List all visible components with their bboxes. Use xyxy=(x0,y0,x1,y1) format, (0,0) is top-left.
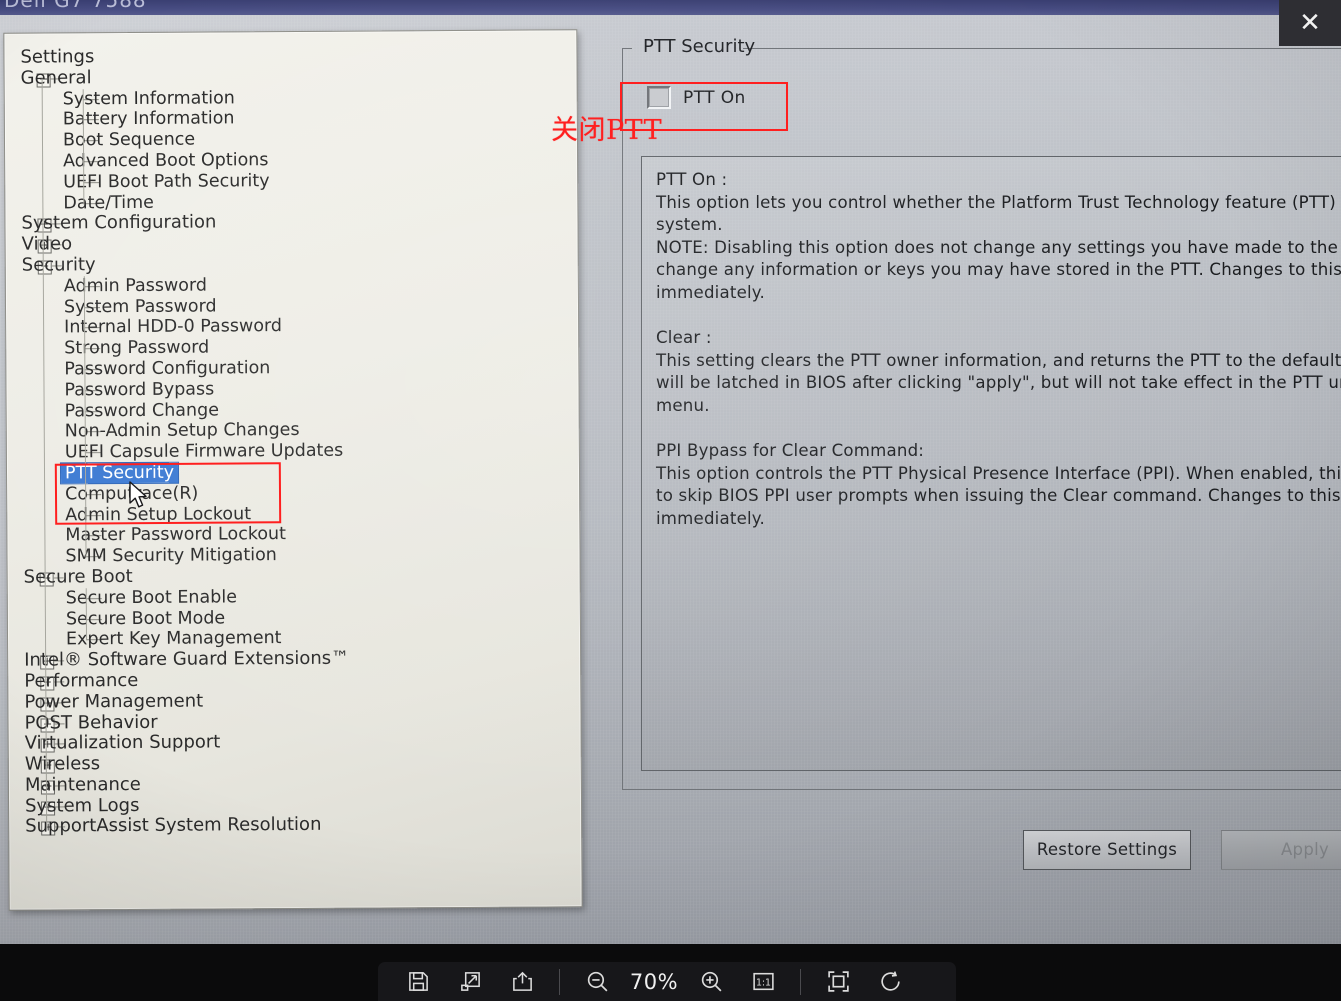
description-text: PTT On : This option lets you control wh… xyxy=(656,170,1341,528)
tree-item-label: Non-Admin Setup Changes xyxy=(64,420,300,442)
tree-item-label: SMM Security Mitigation xyxy=(65,545,277,567)
tree-item-label: Power Management xyxy=(24,690,204,713)
ptt-security-groupbox: PTT Security PTT On PTT On : This option… xyxy=(622,36,1341,790)
tree-item-label: General xyxy=(20,67,92,89)
tree-item-label: System Information xyxy=(62,87,235,109)
tree-item-label: Video xyxy=(21,233,73,255)
tree-item-label: PTT Security xyxy=(60,462,179,484)
settings-tree: Settings − General System Information Batter… xyxy=(16,44,577,838)
tree-item-label: Expert Key Management xyxy=(65,628,282,650)
groupbox-title: PTT Security xyxy=(643,36,756,57)
ptt-on-checkbox[interactable] xyxy=(647,86,671,109)
tree-item-label: Master Password Lockout xyxy=(65,524,287,546)
tree-item-label: Internal HDD-0 Password xyxy=(64,316,283,338)
tree-item-label: Intel® Software Guard Extensions™ xyxy=(24,647,350,671)
close-button[interactable]: ✕ xyxy=(1279,0,1341,46)
tree-item-label: System Logs xyxy=(24,794,140,817)
tree-item-label: Virtualization Support xyxy=(24,731,221,754)
actual-size-icon[interactable]: 1:1 xyxy=(737,962,789,1001)
zoom-out-icon[interactable] xyxy=(571,962,623,1001)
groupbox-top-right-rule xyxy=(743,48,1341,49)
save-icon[interactable] xyxy=(392,962,444,1001)
tree-item-label: Secure Boot Mode xyxy=(65,607,226,629)
action-button-row: Restore Settings Apply xyxy=(1023,830,1341,870)
tree-item-label: Advanced Boot Options xyxy=(63,150,269,172)
restore-settings-button[interactable]: Restore Settings xyxy=(1023,830,1191,870)
share-icon[interactable] xyxy=(496,962,548,1001)
resize-icon[interactable] xyxy=(444,962,496,1001)
tree-item-label: Maintenance xyxy=(24,773,141,796)
tree-item-label: Password Bypass xyxy=(64,379,215,401)
tree-item-label: Security xyxy=(21,254,96,276)
description-box: PTT On : This option lets you control wh… xyxy=(641,156,1341,771)
zoom-level-label: 70% xyxy=(629,969,679,994)
tree-item-label: System Configuration xyxy=(21,211,217,235)
tree-item-label: Password Change xyxy=(64,399,220,421)
tree-item-label: Date/Time xyxy=(63,192,154,213)
fit-screen-icon[interactable] xyxy=(812,962,864,1001)
tree-item-label: System Password xyxy=(63,296,217,317)
screenshot-root: Dell G7 7588 ✕ Settings − General System In… xyxy=(0,0,1341,1001)
window-title-bar: Dell G7 7588 xyxy=(0,0,1341,15)
detail-pane: PTT Security PTT On PTT On : This option… xyxy=(600,30,1341,820)
viewer-toolbar: 70% 1:1 xyxy=(378,962,956,1001)
tree-item-label: SupportAssist System Resolution xyxy=(25,814,322,838)
tree-item-label: UEFI Boot Path Security xyxy=(63,170,270,193)
zoom-in-icon[interactable] xyxy=(685,962,737,1001)
tree-item-label: Performance xyxy=(24,669,139,692)
rotate-icon[interactable] xyxy=(864,962,916,1001)
tree-item-label: Admin Password xyxy=(63,275,208,297)
ptt-on-checkbox-row[interactable]: PTT On xyxy=(647,86,746,109)
apply-button: Apply xyxy=(1221,830,1341,870)
tree-item-label: Admin Setup Lockout xyxy=(65,503,252,525)
groupbox-top-left-rule xyxy=(622,48,632,49)
tree-item-label: Secure Boot Enable xyxy=(65,587,238,609)
ptt-on-label: PTT On xyxy=(683,87,746,108)
tree-item-label: Battery Information xyxy=(62,108,235,130)
toolbar-separator xyxy=(559,968,560,995)
annotation-text: 关闭PTT xyxy=(551,115,663,146)
tree-item-label: POST Behavior xyxy=(24,711,158,734)
tree-item-label: Secure Boot xyxy=(23,565,133,588)
window-title: Dell G7 7588 xyxy=(4,0,147,12)
toolbar-separator-2 xyxy=(800,968,801,995)
settings-tree-panel: Settings − General System Information Batter… xyxy=(3,29,583,911)
tree-item-label: UEFI Capsule Firmware Updates xyxy=(64,440,344,463)
tree-item-supportassist-system-resolution[interactable]: + SupportAssist System Resolution xyxy=(21,814,577,838)
tree-item-label: Password Configuration xyxy=(64,358,271,380)
tree-item-label: Wireless xyxy=(24,753,101,775)
tree-item-label: Strong Password xyxy=(64,337,210,359)
svg-text:1:1: 1:1 xyxy=(755,978,770,989)
